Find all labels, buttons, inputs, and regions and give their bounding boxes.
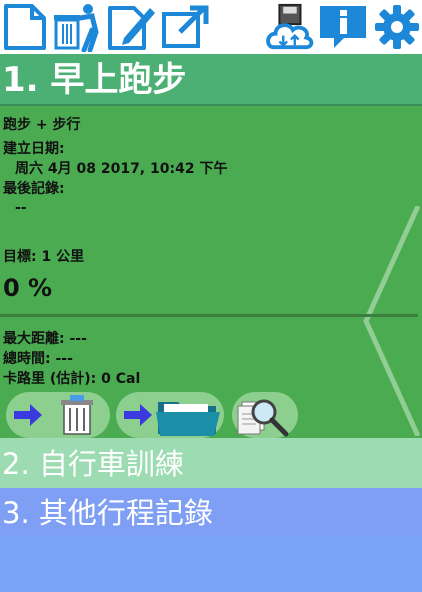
max-distance: 最大距離: --- <box>3 331 87 347</box>
search-records-button[interactable] <box>232 392 298 438</box>
move-to-folder-button[interactable] <box>116 392 224 438</box>
activity-type: 跑步 + 步行 <box>3 117 81 133</box>
last-record-label: 最後記錄: <box>3 181 65 197</box>
list-background <box>0 536 422 592</box>
calories: 卡路里 (估計): 0 Cal <box>3 371 141 387</box>
move-to-trash-button[interactable] <box>6 392 110 438</box>
info-icon[interactable] <box>318 2 368 52</box>
created-value: 周六 4月 08 2017, 10:42 下午 <box>15 161 228 177</box>
new-document-icon[interactable] <box>0 2 50 52</box>
list-item-cycling[interactable]: 2. 自行車訓練 <box>0 438 422 488</box>
trash-icon <box>61 395 93 435</box>
total-time: 總時間: --- <box>3 351 73 367</box>
export-icon[interactable] <box>160 2 210 52</box>
activity-card[interactable]: 跑步 + 步行 建立日期: 周六 4月 08 2017, 10:42 下午 最後… <box>0 106 422 438</box>
goal-text: 目標: 1 公里 <box>3 249 85 265</box>
toolbar <box>0 0 422 54</box>
arrow-right-icon <box>124 404 152 426</box>
card-title[interactable]: 1. 早上跑步 <box>0 54 422 106</box>
created-label: 建立日期: <box>3 141 65 157</box>
trash-person-icon[interactable] <box>52 2 102 52</box>
cloud-sync-icon[interactable] <box>264 2 314 52</box>
next-chevron-icon[interactable] <box>362 206 422 436</box>
last-record-value: -- <box>15 200 27 216</box>
progress-percent: 0 % <box>3 274 53 302</box>
edit-icon[interactable] <box>106 2 156 52</box>
list-item-other-trips[interactable]: 3. 其他行程記錄 <box>0 488 422 536</box>
folder-icon <box>156 402 220 436</box>
arrow-right-icon <box>14 404 42 426</box>
divider <box>0 314 418 317</box>
search-document-icon <box>237 399 289 437</box>
settings-icon[interactable] <box>372 2 422 52</box>
